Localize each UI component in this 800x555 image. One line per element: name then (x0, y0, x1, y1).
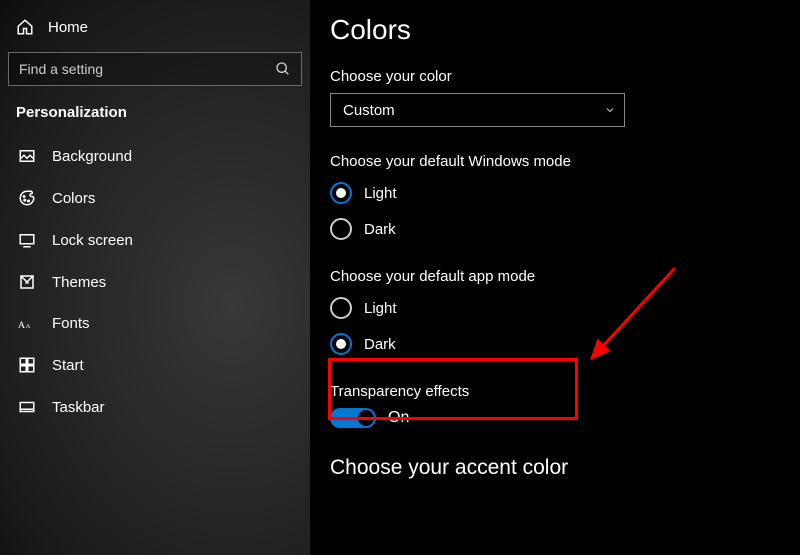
sidebar-item-label: Background (52, 148, 132, 165)
transparency-label: Transparency effects (330, 383, 780, 400)
sidebar-item-label: Taskbar (52, 399, 105, 416)
sidebar-item-label: Fonts (52, 315, 90, 332)
chevron-down-icon (604, 104, 616, 116)
radio-icon (330, 218, 352, 240)
windows-mode-label: Choose your default Windows mode (330, 153, 780, 170)
windows-mode-dark-radio[interactable]: Dark (330, 218, 780, 240)
palette-icon (16, 189, 38, 207)
radio-label: Dark (364, 221, 396, 238)
radio-icon (330, 333, 352, 355)
radio-icon (330, 297, 352, 319)
search-icon (275, 61, 291, 77)
svg-text:A: A (26, 322, 31, 329)
lock-screen-icon (16, 231, 38, 249)
radio-label: Light (364, 185, 397, 202)
sidebar-item-colors[interactable]: Colors (0, 177, 310, 219)
radio-label: Light (364, 300, 397, 317)
radio-icon (330, 182, 352, 204)
page-title: Colors (330, 14, 780, 46)
sidebar-item-taskbar[interactable]: Taskbar (0, 386, 310, 428)
home-button[interactable]: Home (0, 10, 310, 52)
sidebar-item-fonts[interactable]: AA Fonts (0, 303, 310, 344)
main-content: Colors Choose your color Custom Choose y… (310, 0, 800, 555)
fonts-icon: AA (16, 316, 38, 332)
windows-mode-light-radio[interactable]: Light (330, 182, 780, 204)
themes-icon (16, 273, 38, 291)
sidebar-item-label: Lock screen (52, 232, 133, 249)
transparency-state: On (388, 409, 409, 427)
accent-color-heading: Choose your accent color (330, 456, 780, 480)
home-label: Home (48, 19, 88, 36)
picture-icon (16, 147, 38, 165)
choose-color-label: Choose your color (330, 68, 780, 85)
home-icon (16, 18, 34, 36)
sidebar-item-themes[interactable]: Themes (0, 261, 310, 303)
sidebar-item-lock-screen[interactable]: Lock screen (0, 219, 310, 261)
color-dropdown[interactable]: Custom (330, 93, 625, 127)
section-title: Personalization (0, 104, 310, 135)
sidebar-item-label: Colors (52, 190, 95, 207)
sidebar-item-start[interactable]: Start (0, 344, 310, 386)
svg-text:A: A (18, 319, 25, 330)
sidebar-item-label: Themes (52, 274, 106, 291)
sidebar: Home Find a setting Personalization Back… (0, 0, 310, 555)
radio-label: Dark (364, 336, 396, 353)
app-mode-dark-radio[interactable]: Dark (330, 333, 780, 355)
taskbar-icon (16, 398, 38, 416)
search-input[interactable]: Find a setting (8, 52, 302, 86)
sidebar-item-label: Start (52, 357, 84, 374)
sidebar-item-background[interactable]: Background (0, 135, 310, 177)
transparency-toggle[interactable] (330, 408, 376, 428)
app-mode-light-radio[interactable]: Light (330, 297, 780, 319)
search-placeholder: Find a setting (19, 61, 275, 77)
color-dropdown-value: Custom (343, 102, 604, 119)
app-mode-label: Choose your default app mode (330, 268, 780, 285)
start-icon (16, 356, 38, 374)
